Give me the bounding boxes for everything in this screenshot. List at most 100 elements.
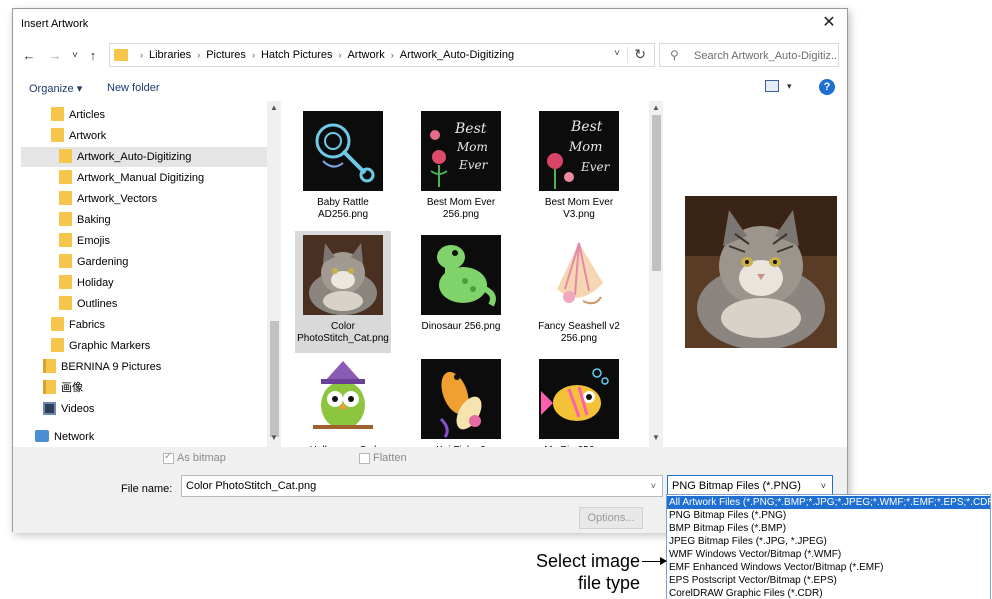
- navigation-pane-scrollbar[interactable]: ▲ ▼: [267, 101, 281, 447]
- file-type-option[interactable]: CorelDRAW Graphic Files (*.CDR): [667, 587, 990, 599]
- svg-text:Mom: Mom: [456, 140, 488, 154]
- tree-item[interactable]: Artwork: [21, 126, 269, 146]
- tree-item[interactable]: Artwork_Auto-Digitizing: [21, 147, 269, 167]
- file-thumbnail: [539, 359, 619, 439]
- file-type-option[interactable]: EMF Enhanced Windows Vector/Bitmap (*.EM…: [667, 561, 990, 574]
- file-type-option[interactable]: PNG Bitmap Files (*.PNG): [667, 509, 990, 522]
- search-placeholder: Search Artwork_Auto-Digitiz...: [694, 50, 838, 62]
- organize-button[interactable]: Organize ▾: [29, 82, 82, 95]
- breadcrumb-item[interactable]: Libraries: [149, 49, 191, 61]
- toolbar: Organize ▾ New folder ▾ ?: [13, 77, 847, 99]
- tree-item[interactable]: Articles: [21, 105, 269, 125]
- file-tile[interactable]: Baby Rattle AD256.png: [295, 107, 391, 229]
- file-tile[interactable]: Color PhotoStitch_Cat.png: [295, 231, 391, 353]
- tree-item[interactable]: Gardening: [21, 252, 269, 272]
- chevron-down-icon[interactable]: ˅: [651, 481, 656, 491]
- breadcrumb-separator-icon: ›: [338, 50, 342, 60]
- file-name-value: Color PhotoStitch_Cat.png: [186, 480, 317, 492]
- file-type-option[interactable]: JPEG Bitmap Files (*.JPG, *.JPEG): [667, 535, 990, 548]
- file-list-scrollbar[interactable]: ▲ ▼: [649, 101, 663, 447]
- file-tile[interactable]: Fancy Seashell v2 256.png: [531, 231, 627, 353]
- file-name-label: Baby Rattle AD256.png: [317, 197, 369, 220]
- forward-arrow-icon[interactable]: →: [47, 47, 63, 65]
- file-tile[interactable]: Ms Pig 256.png: [531, 355, 627, 447]
- tree-item-label: Artwork_Vectors: [77, 193, 158, 205]
- tree-item[interactable]: Holiday: [21, 273, 269, 293]
- tree-item[interactable]: Artwork_Vectors: [21, 189, 269, 209]
- svg-text:Best: Best: [570, 119, 603, 135]
- tree-item[interactable]: BERNINA 9 Pictures: [21, 357, 269, 377]
- file-tile[interactable]: Best Mom Ever Best Mom Ever 256.png: [413, 107, 509, 229]
- breadcrumb-item[interactable]: Hatch Pictures: [261, 49, 333, 61]
- breadcrumb: › Libraries › Pictures › Hatch Pictures › Artwo…: [134, 49, 514, 61]
- back-arrow-icon[interactable]: ←: [21, 47, 37, 65]
- file-thumbnail: [421, 359, 501, 439]
- address-bar[interactable]: › Libraries › Pictures › Hatch Pictures › Artwo…: [109, 43, 655, 67]
- folder-icon: [59, 275, 72, 289]
- search-input[interactable]: ⚲ Search Artwork_Auto-Digitiz...: [659, 43, 839, 67]
- tree-item[interactable]: Graphic Markers: [21, 336, 269, 356]
- as-bitmap-label: As bitmap: [177, 452, 226, 464]
- file-type-option[interactable]: All Artwork Files (*.PNG;*.BMP;*.JPG;*.J…: [667, 496, 992, 509]
- breadcrumb-item[interactable]: Artwork_Auto-Digitizing: [400, 49, 514, 61]
- file-tile[interactable]: Best Mom Ever Best Mom Ever V3.png: [531, 107, 627, 229]
- file-type-option[interactable]: WMF Windows Vector/Bitmap (*.WMF): [667, 548, 990, 561]
- tree-item-label: Artwork_Manual Digitizing: [77, 172, 205, 184]
- recent-locations-chevron-icon[interactable]: ˅: [67, 47, 83, 65]
- flatten-checkbox[interactable]: [359, 453, 370, 464]
- scroll-up-icon[interactable]: ▲: [649, 103, 663, 112]
- tree-item[interactable]: 画像: [21, 378, 269, 398]
- options-button[interactable]: Options...: [579, 507, 643, 529]
- file-name-label: Dinosaur 256.png: [421, 321, 501, 332]
- chevron-down-icon[interactable]: ˅: [821, 481, 826, 491]
- chevron-down-icon[interactable]: ˅: [614, 48, 620, 59]
- folder-icon: [43, 359, 56, 373]
- scroll-up-icon[interactable]: ▲: [267, 103, 281, 112]
- close-icon[interactable]: ✕: [817, 13, 841, 33]
- search-icon: ⚲: [670, 48, 679, 62]
- folder-icon: [59, 212, 72, 226]
- folder-icon: [51, 338, 64, 352]
- tree-item[interactable]: Artwork_Manual Digitizing: [21, 168, 269, 188]
- help-icon[interactable]: ?: [819, 79, 835, 95]
- tree-item[interactable]: Emojis: [21, 231, 269, 251]
- folder-icon: [59, 296, 72, 310]
- breadcrumb-item[interactable]: Artwork: [347, 49, 384, 61]
- scroll-down-icon[interactable]: ▼: [649, 433, 663, 442]
- file-type-dropdown-list: All Artwork Files (*.PNG;*.BMP;*.JPG;*.J…: [666, 494, 992, 599]
- file-type-option[interactable]: EPS Postscript Vector/Bitmap (*.EPS): [667, 574, 990, 587]
- tree-item-label: Network: [54, 431, 95, 443]
- tree-item-label: Baking: [77, 214, 111, 226]
- refresh-icon[interactable]: ↻: [634, 46, 646, 63]
- new-folder-button[interactable]: New folder: [107, 82, 160, 94]
- tree-item[interactable]: Network: [21, 427, 269, 447]
- file-thumbnail: Best Mom Ever: [421, 111, 501, 191]
- tree-item-label: Emojis: [77, 235, 111, 247]
- file-name-field[interactable]: Color PhotoStitch_Cat.png ˅: [181, 475, 663, 497]
- scroll-down-icon[interactable]: ▼: [267, 433, 281, 442]
- breadcrumb-item[interactable]: Pictures: [206, 49, 246, 61]
- file-type-option[interactable]: BMP Bitmap Files (*.BMP): [667, 522, 990, 535]
- scrollbar-thumb[interactable]: [270, 321, 279, 437]
- tree-item[interactable]: Outlines: [21, 294, 269, 314]
- chevron-down-icon[interactable]: ▾: [787, 81, 792, 92]
- tree-item[interactable]: Videos: [21, 399, 269, 419]
- tree-item[interactable]: Fabrics: [21, 315, 269, 335]
- as-bitmap-checkbox[interactable]: [163, 451, 174, 464]
- folder-icon: [59, 170, 72, 184]
- scrollbar-thumb[interactable]: [652, 115, 661, 271]
- breadcrumb-separator-icon: ›: [251, 50, 255, 60]
- tree-item-label: Holiday: [77, 277, 114, 289]
- file-name-label: Best Mom Ever 256.png: [426, 197, 496, 220]
- folder-icon: [59, 233, 72, 247]
- file-tile[interactable]: Koi Fish v2: [413, 355, 509, 447]
- file-thumbnail: [303, 359, 383, 439]
- navigation-row: ← → ˅ ↑ › Libraries › Pictures › Hatch Pictur…: [13, 43, 847, 69]
- file-tile[interactable]: Halloween Owl: [295, 355, 391, 447]
- file-name-label: Fancy Seashell v2 256.png: [538, 321, 620, 344]
- view-options-icon[interactable]: [765, 80, 779, 92]
- tree-item-label: BERNINA 9 Pictures: [61, 361, 162, 373]
- tree-item[interactable]: Baking: [21, 210, 269, 230]
- up-folder-arrow-icon[interactable]: ↑: [85, 47, 101, 65]
- file-tile[interactable]: Dinosaur 256.png: [413, 231, 509, 353]
